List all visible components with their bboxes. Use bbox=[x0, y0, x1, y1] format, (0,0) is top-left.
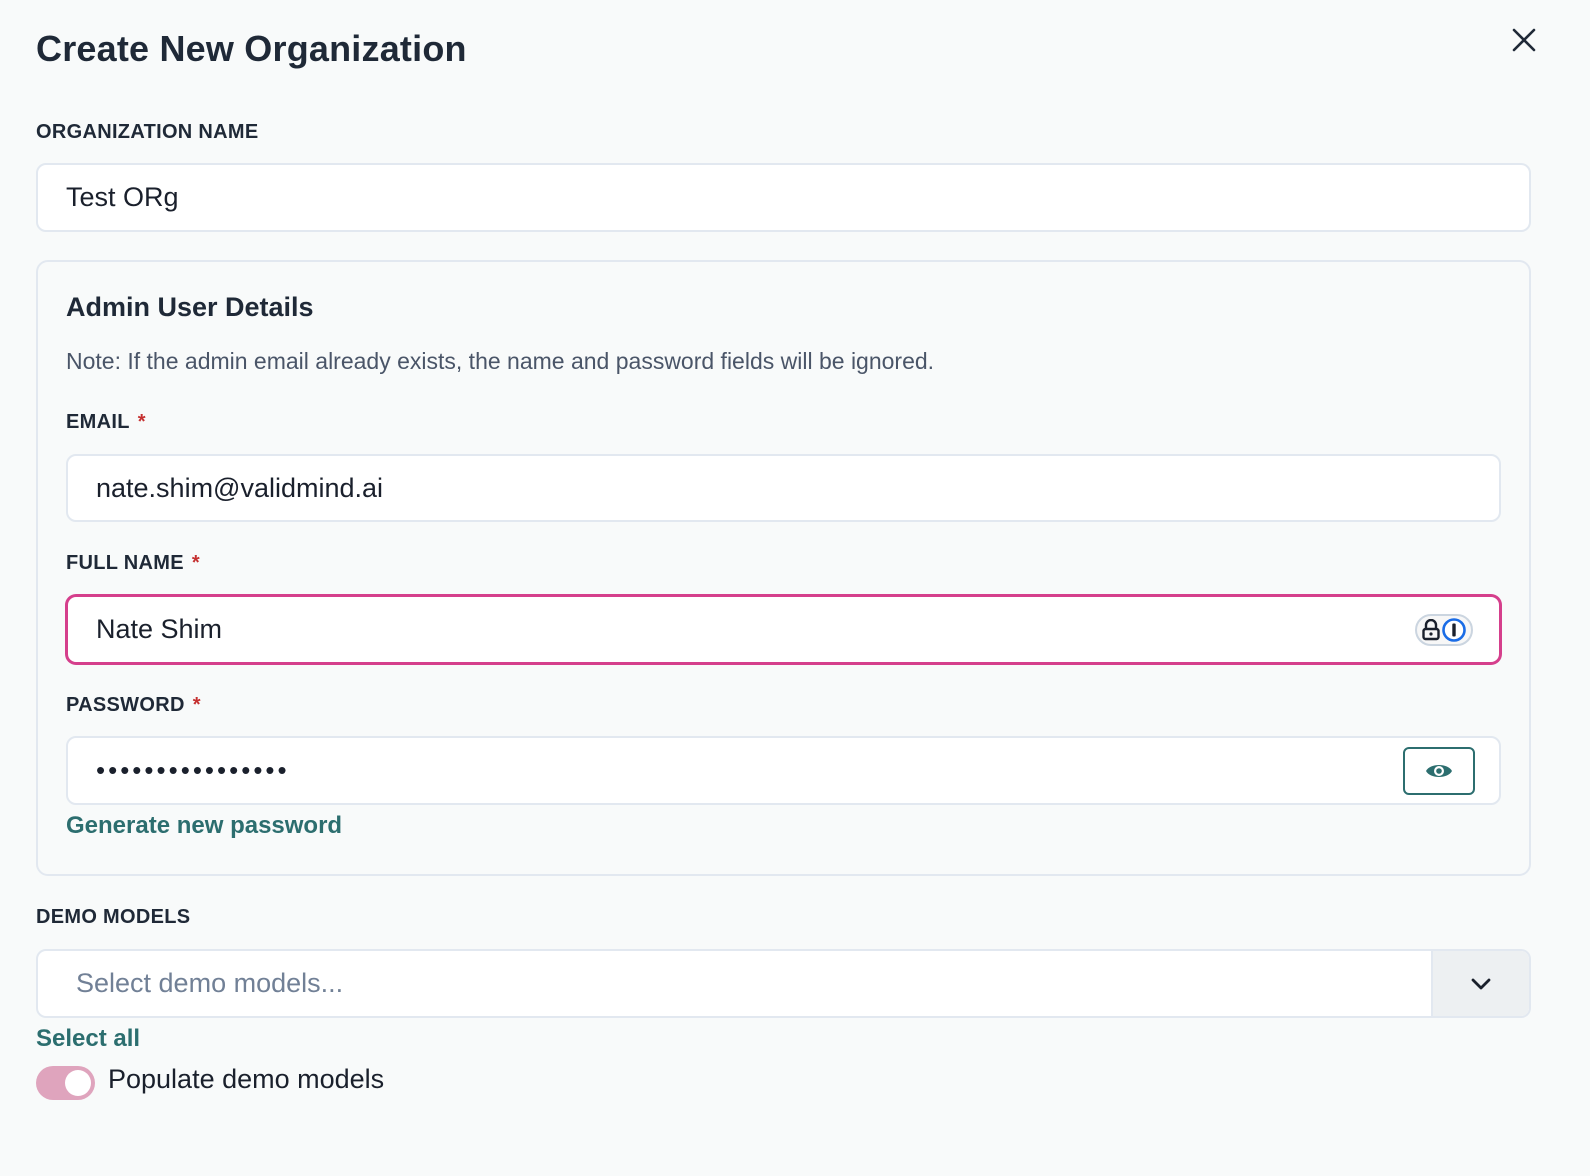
required-marker: * bbox=[191, 552, 200, 574]
password-label: PASSWORD * bbox=[66, 694, 201, 717]
demo-models-label-text: DEMO MODELS bbox=[36, 906, 191, 928]
select-all-link[interactable]: Select all bbox=[36, 1025, 140, 1053]
email-value: nate.shim@validmind.ai bbox=[96, 472, 384, 503]
populate-demo-models-toggle[interactable] bbox=[36, 1066, 95, 1100]
populate-demo-models-label: Populate demo models bbox=[108, 1064, 385, 1094]
password-manager-icon bbox=[1442, 617, 1466, 642]
organization-name-value: Test ORg bbox=[66, 182, 179, 212]
create-organization-dialog: Create New Organization ORGANIZATION NAM… bbox=[0, 0, 1590, 1176]
organization-name-label-text: ORGANIZATION NAME bbox=[36, 121, 259, 143]
full-name-value: Nate Shim bbox=[96, 614, 223, 644]
email-label: EMAIL * bbox=[66, 411, 146, 434]
demo-models-placeholder: Select demo models... bbox=[76, 968, 344, 998]
close-icon bbox=[1512, 28, 1536, 52]
email-label-text: EMAIL bbox=[66, 411, 130, 433]
toggle-knob bbox=[65, 1070, 91, 1096]
organization-name-input[interactable]: Test ORg bbox=[36, 163, 1531, 232]
show-password-button[interactable] bbox=[1403, 746, 1475, 795]
demo-models-select[interactable]: Select demo models... bbox=[36, 949, 1531, 1018]
demo-models-dropdown-toggle[interactable] bbox=[1431, 951, 1529, 1016]
full-name-label: FULL NAME * bbox=[66, 552, 200, 575]
close-button[interactable] bbox=[1500, 20, 1548, 60]
password-value: •••••••••••••••• bbox=[96, 755, 290, 785]
eye-icon bbox=[1426, 764, 1452, 777]
password-label-text: PASSWORD bbox=[66, 694, 185, 716]
lock-icon bbox=[1422, 618, 1440, 640]
full-name-field[interactable]: Nate Shim bbox=[66, 595, 1501, 664]
password-manager-button[interactable] bbox=[1415, 613, 1473, 646]
generate-password-link[interactable]: Generate new password bbox=[66, 812, 342, 840]
admin-note: Note: If the admin email already exists,… bbox=[66, 348, 935, 374]
dialog-title: Create New Organization bbox=[36, 28, 467, 69]
organization-name-label: ORGANIZATION NAME bbox=[36, 121, 259, 144]
email-field[interactable]: nate.shim@validmind.ai bbox=[66, 454, 1501, 522]
password-field[interactable]: •••••••••••••••• bbox=[66, 736, 1501, 805]
required-marker: * bbox=[137, 411, 146, 433]
full-name-label-text: FULL NAME bbox=[66, 552, 184, 574]
required-marker: * bbox=[192, 694, 201, 716]
admin-section-title: Admin User Details bbox=[66, 292, 314, 322]
demo-models-label: DEMO MODELS bbox=[36, 906, 190, 929]
chevron-down-icon bbox=[1471, 978, 1491, 989]
